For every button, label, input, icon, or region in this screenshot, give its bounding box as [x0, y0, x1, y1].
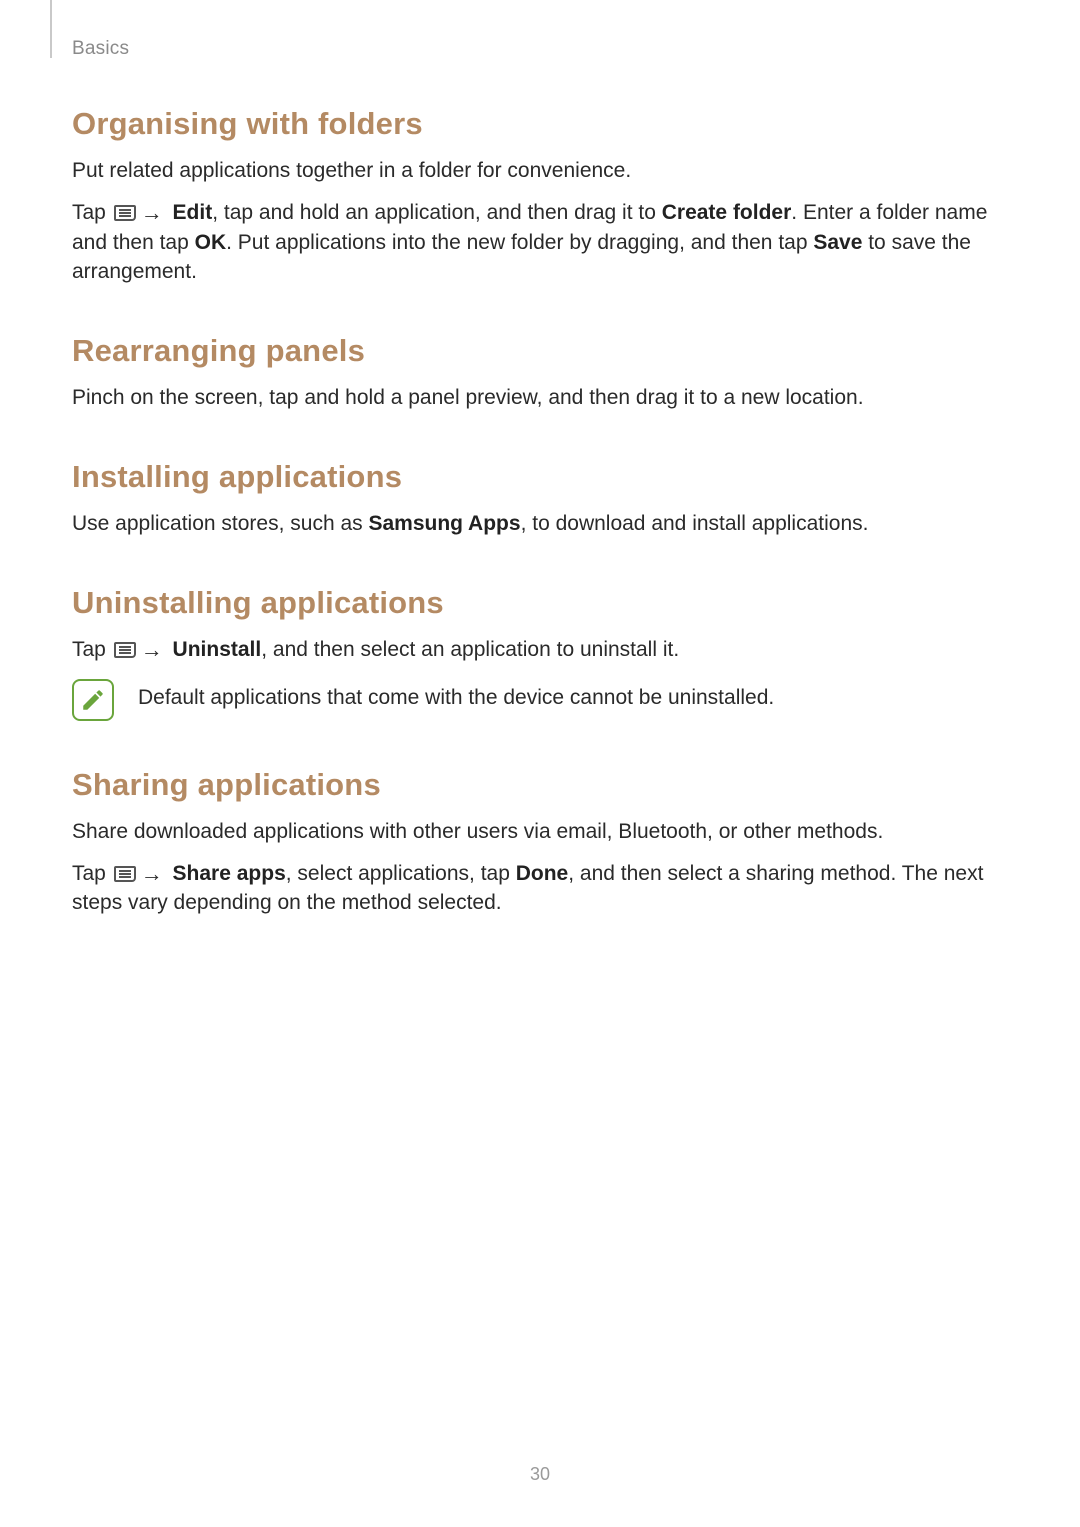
heading-organising: Organising with folders [72, 106, 1008, 142]
note-text: Default applications that come with the … [138, 677, 774, 713]
paragraph: Share downloaded applications with other… [72, 817, 1008, 847]
heading-installing: Installing applications [72, 459, 1008, 495]
text: , and then select an application to unin… [261, 638, 679, 661]
text: , to download and install applications. [521, 512, 869, 535]
paragraph: Tap → Uninstall, and then select an appl… [72, 635, 1008, 665]
chapter-label: Basics [72, 38, 129, 60]
bold-text: Share apps [173, 862, 286, 885]
bold-text: Samsung Apps [368, 512, 520, 535]
text: , select applications, tap [286, 862, 516, 885]
text: Use application stores, such as [72, 512, 368, 535]
bold-text: Save [813, 231, 862, 254]
paragraph: Put related applications together in a f… [72, 156, 1008, 186]
bold-text: Done [516, 862, 569, 885]
note-callout: Default applications that come with the … [72, 677, 1008, 721]
text: Tap [72, 638, 112, 661]
bold-text: Uninstall [173, 638, 262, 661]
menu-icon [114, 642, 136, 658]
paragraph: Tap → Edit, tap and hold an application,… [72, 198, 1008, 287]
paragraph: Tap → Share apps, select applications, t… [72, 859, 1008, 919]
heading-sharing: Sharing applications [72, 767, 1008, 803]
page-content: Organising with folders Put related appl… [72, 106, 1008, 918]
note-icon [72, 679, 114, 721]
bold-text: OK [195, 231, 227, 254]
paragraph: Pinch on the screen, tap and hold a pane… [72, 383, 1008, 413]
header-divider [50, 0, 52, 58]
text: Tap [72, 201, 112, 224]
menu-icon [114, 205, 136, 221]
text: . Put applications into the new folder b… [226, 231, 813, 254]
paragraph: Use application stores, such as Samsung … [72, 509, 1008, 539]
page-number: 30 [0, 1464, 1080, 1485]
page: Basics Organising with folders Put relat… [0, 0, 1080, 1527]
menu-icon [114, 866, 136, 882]
bold-text: Create folder [662, 201, 792, 224]
text: , tap and hold an application, and then … [212, 201, 662, 224]
heading-uninstalling: Uninstalling applications [72, 585, 1008, 621]
text: Tap [72, 862, 112, 885]
bold-text: Edit [173, 201, 213, 224]
heading-rearranging: Rearranging panels [72, 333, 1008, 369]
pencil-note-icon [80, 687, 106, 713]
